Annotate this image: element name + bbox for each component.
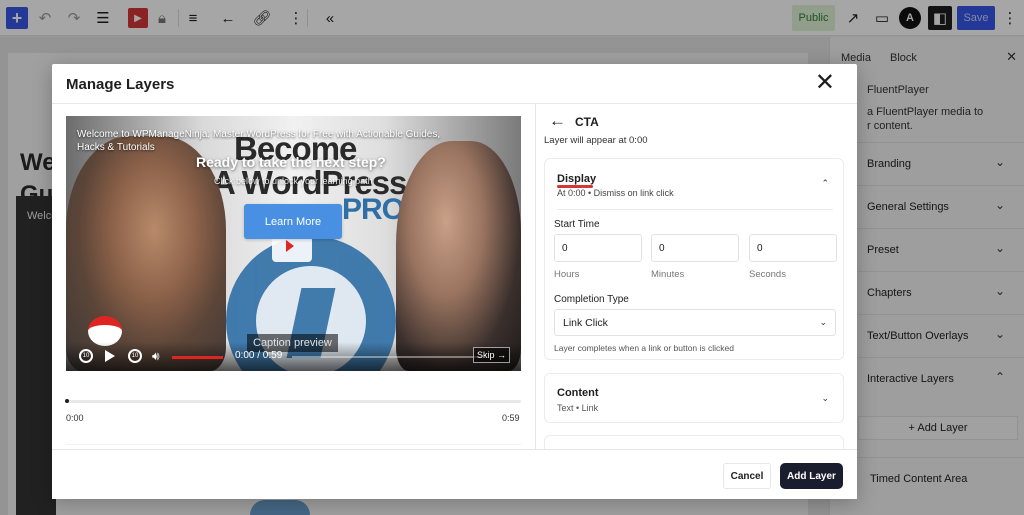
forward-10-icon[interactable]: 10 — [128, 349, 142, 363]
chevron-up-icon[interactable]: ⌃ — [821, 178, 829, 189]
back-button[interactable]: ← — [549, 111, 566, 131]
time-display: 0:00 / 0:59 — [235, 350, 283, 361]
next-section[interactable] — [544, 435, 844, 449]
display-section-title[interactable]: Display — [557, 173, 596, 185]
progress-bar[interactable] — [292, 356, 482, 358]
display-section-subtitle: At 0:00 • Dismiss on link click — [557, 188, 674, 198]
play-icon[interactable] — [105, 350, 115, 362]
modal-header: Manage Layers ✕ — [52, 64, 857, 104]
cancel-button[interactable]: Cancel — [723, 463, 771, 489]
modal-title: Manage Layers — [66, 76, 175, 93]
video-controls: 10 10 🔊︎ 0:00 / 0:59 Skip → — [66, 342, 521, 371]
content-section-title: Content — [557, 387, 599, 399]
cta-heading: Ready to take the next step? — [196, 154, 386, 170]
rewind-10-icon[interactable]: 10 — [79, 349, 93, 363]
learn-more-button[interactable]: Learn More — [244, 204, 342, 239]
completion-type-value: Link Click — [563, 317, 608, 329]
hours-label: Hours — [554, 269, 580, 280]
video-preview[interactable]: Become A WordPress PRO Welcome to WPMana… — [66, 116, 521, 371]
divider — [557, 209, 833, 210]
completion-help-text: Layer completes when a link or button is… — [554, 343, 735, 353]
display-section: Display At 0:00 • Dismiss on link click … — [544, 158, 844, 360]
close-icon: ✕ — [814, 69, 835, 96]
layer-name: CTA — [575, 115, 599, 129]
divider — [66, 444, 521, 445]
modal-footer: Cancel Add Layer — [52, 449, 857, 499]
thumbnail-text: PRO — [342, 193, 405, 226]
start-time-label: Start Time — [554, 219, 600, 230]
content-section-subtitle: Text • Link — [557, 403, 599, 413]
add-layer-button[interactable]: Add Layer — [780, 463, 843, 489]
seconds-label: Seconds — [749, 269, 786, 280]
timeline-start-label: 0:00 — [66, 413, 84, 423]
seconds-input[interactable]: 0 — [749, 234, 837, 262]
minutes-label: Minutes — [651, 269, 685, 280]
timeline-marker[interactable] — [65, 399, 69, 403]
layer-timeline[interactable] — [65, 399, 521, 403]
timeline-end-label: 0:59 — [502, 413, 520, 423]
completion-type-label: Completion Type — [554, 294, 629, 305]
hours-input[interactable]: 0 — [554, 234, 642, 262]
cta-subtext: Click below to unlock your learning path — [214, 176, 373, 186]
close-modal-button[interactable]: ✕ — [815, 70, 835, 96]
panel-divider — [535, 104, 536, 449]
minutes-input[interactable]: 0 — [651, 234, 739, 262]
video-title: Welcome to WPManageNinja: Master WordPre… — [77, 129, 441, 153]
manage-layers-modal: Manage Layers ✕ Become A WordPress PRO W… — [52, 64, 857, 499]
chevron-down-icon: ⌄ — [821, 393, 829, 403]
chevron-down-icon: ⌄ — [819, 317, 827, 327]
skip-button[interactable]: Skip → — [473, 347, 510, 363]
volume-slider[interactable] — [172, 356, 223, 359]
layer-appear-text: Layer will appear at 0:00 — [544, 135, 648, 146]
content-section[interactable]: Content Text • Link ⌄ — [544, 373, 844, 423]
arrow-left-icon: ← — [549, 111, 566, 130]
completion-type-select[interactable]: Link Click ⌄ — [554, 309, 836, 336]
presenter-right — [396, 141, 521, 371]
volume-icon[interactable]: 🔊︎ — [152, 349, 160, 364]
